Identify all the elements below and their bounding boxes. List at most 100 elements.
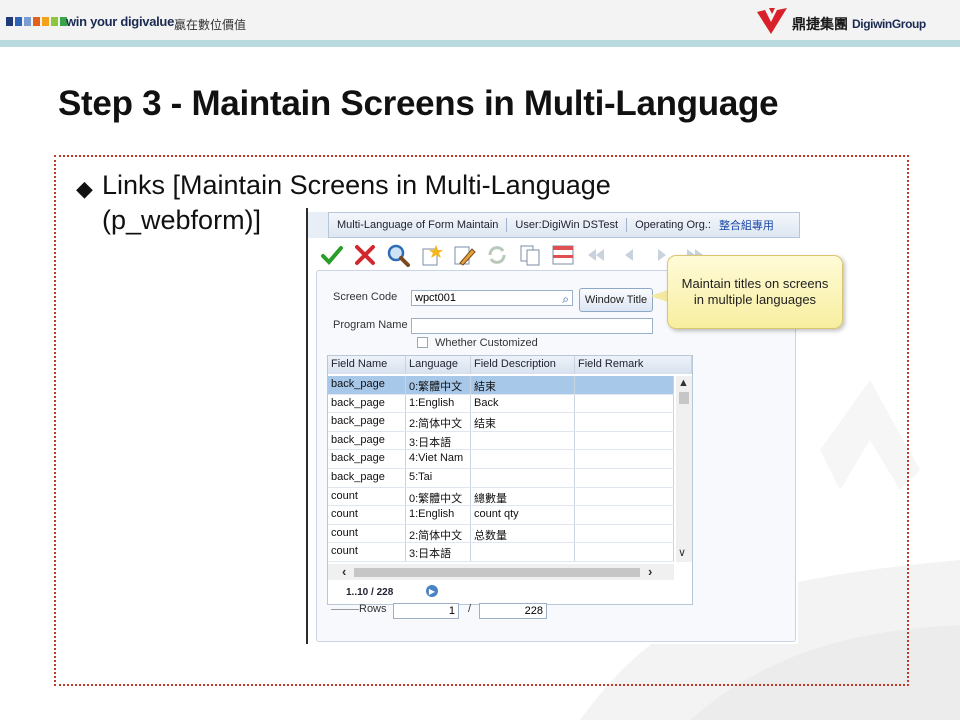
cell-field-name: count [328,543,406,561]
rows-separator: / [468,603,472,615]
cell-field-name: count [328,524,406,543]
cell-description: 總數量 [471,487,575,506]
customized-label: Whether Customized [435,337,538,349]
new-button[interactable] [417,241,445,269]
first-icon [588,249,604,261]
cell-description: Back [471,394,575,413]
app-org-label: Operating Org.: [635,219,711,231]
cell-language: 1:English [406,506,471,524]
cell-description: 结束 [471,413,575,431]
brand-squares [6,17,67,26]
digiwin-logo-icon [757,8,787,34]
screen-code-label: Screen Code [333,291,398,303]
callout-pointer [650,290,668,302]
edit-icon [454,246,476,266]
program-name-label: Program Name [333,319,408,331]
refresh-button[interactable] [483,241,511,269]
brand-name-chinese: 鼎捷集團 [792,16,848,32]
scroll-right-icon[interactable]: › [648,564,652,579]
scroll-down-icon[interactable]: ∨ [678,546,686,559]
prev-button[interactable] [615,241,643,269]
cell-description: count qty [471,506,575,524]
cell-remark [575,506,674,524]
cancel-button[interactable] [351,241,379,269]
cell-remark [575,376,674,394]
scroll-up-icon[interactable]: ▲ [678,377,689,389]
grid-button[interactable] [549,241,577,269]
cell-field-name: back_page [328,431,406,450]
cell-field-name: count [328,487,406,506]
rows-input[interactable]: 1 [393,603,459,619]
callout-note: Maintain titles on screens in multiple l… [667,255,843,329]
cell-field-name: back_page [328,394,406,413]
confirm-button[interactable] [318,241,346,269]
scroll-left-icon[interactable]: ‹ [342,564,346,579]
table-row[interactable]: back_page 4:Viet Nam [328,450,674,469]
table-row[interactable]: back_page 2:简体中文 结束 [328,413,674,432]
header-divider [0,40,960,47]
cell-description: 結束 [471,376,575,394]
cell-remark [575,524,674,543]
cell-language: 2:简体中文 [406,413,471,431]
edit-button[interactable] [450,241,478,269]
cell-field-name: count [328,506,406,524]
pager-next-icon[interactable]: ▶ [426,585,438,597]
prev-icon [625,249,633,261]
customized-checkbox[interactable] [417,337,428,348]
table-row[interactable]: count 2:简体中文 总数量 [328,524,674,544]
column-header[interactable]: Language [406,356,471,374]
cell-remark [575,487,674,506]
cell-description: 总数量 [471,524,575,543]
data-grid: Field Name Language Field Description Fi… [327,355,693,605]
table-row[interactable]: count 1:English count qty [328,506,674,525]
column-header[interactable]: Field Remark [575,356,692,374]
cell-remark [575,431,674,450]
cell-language: 1:English [406,394,471,413]
brand-square [15,17,22,26]
cell-description [471,450,575,468]
cell-remark [575,450,674,468]
slide-title: Step 3 - Maintain Screens in Multi-Langu… [58,84,779,123]
copy-button[interactable] [516,241,544,269]
cell-language: 4:Viet Nam [406,450,471,468]
program-name-input[interactable] [411,318,653,334]
search-icon [387,244,410,267]
table-row[interactable]: back_page 5:Tai [328,468,674,488]
cell-language: 2:简体中文 [406,524,471,543]
cell-field-name: back_page [328,413,406,431]
cell-field-name: back_page [328,468,406,487]
screen-code-input[interactable]: wpct001 ⌕ [411,290,573,306]
search-icon[interactable]: ⌕ [562,292,569,307]
scroll-thumb[interactable] [354,568,640,577]
horizontal-scrollbar[interactable]: ‹ › [328,564,674,580]
query-button[interactable] [384,241,412,269]
grid-header: Field Name Language Field Description Fi… [328,356,692,374]
cell-description [471,543,575,561]
first-button[interactable] [582,241,610,269]
check-icon [321,246,343,265]
tagline-chinese: 贏在數位價值 [174,18,247,32]
table-row[interactable]: count 0:繁體中文 總數量 [328,487,674,507]
table-row[interactable]: count 3:日本語 [328,543,674,562]
table-row[interactable]: back_page 3:日本語 [328,431,674,451]
new-icon [422,245,443,266]
app-title: Multi-Language of Form Maintain [337,219,499,231]
vertical-scrollbar[interactable]: ▲ ∨ [676,376,692,562]
cell-language: 0:繁體中文 [406,487,471,506]
table-row[interactable]: back_page 0:繁體中文 結束 [328,376,674,395]
brand-square [42,17,49,26]
cell-language: 3:日本語 [406,431,471,450]
window-title-button[interactable]: Window Title [579,288,653,312]
column-header[interactable]: Field Description [471,356,575,374]
grid-icon [552,245,574,265]
brand-name-english: DigiwinGroup [852,17,926,31]
table-row[interactable]: back_page 1:English Back [328,394,674,414]
scroll-thumb[interactable] [679,392,689,404]
brand-square [6,17,13,26]
cell-language: 3:日本語 [406,543,471,561]
cell-description [471,431,575,450]
rows-label: Rows [359,603,387,615]
rows-total: 228 [479,603,547,619]
column-header[interactable]: Field Name [328,356,406,374]
cell-remark [575,413,674,431]
